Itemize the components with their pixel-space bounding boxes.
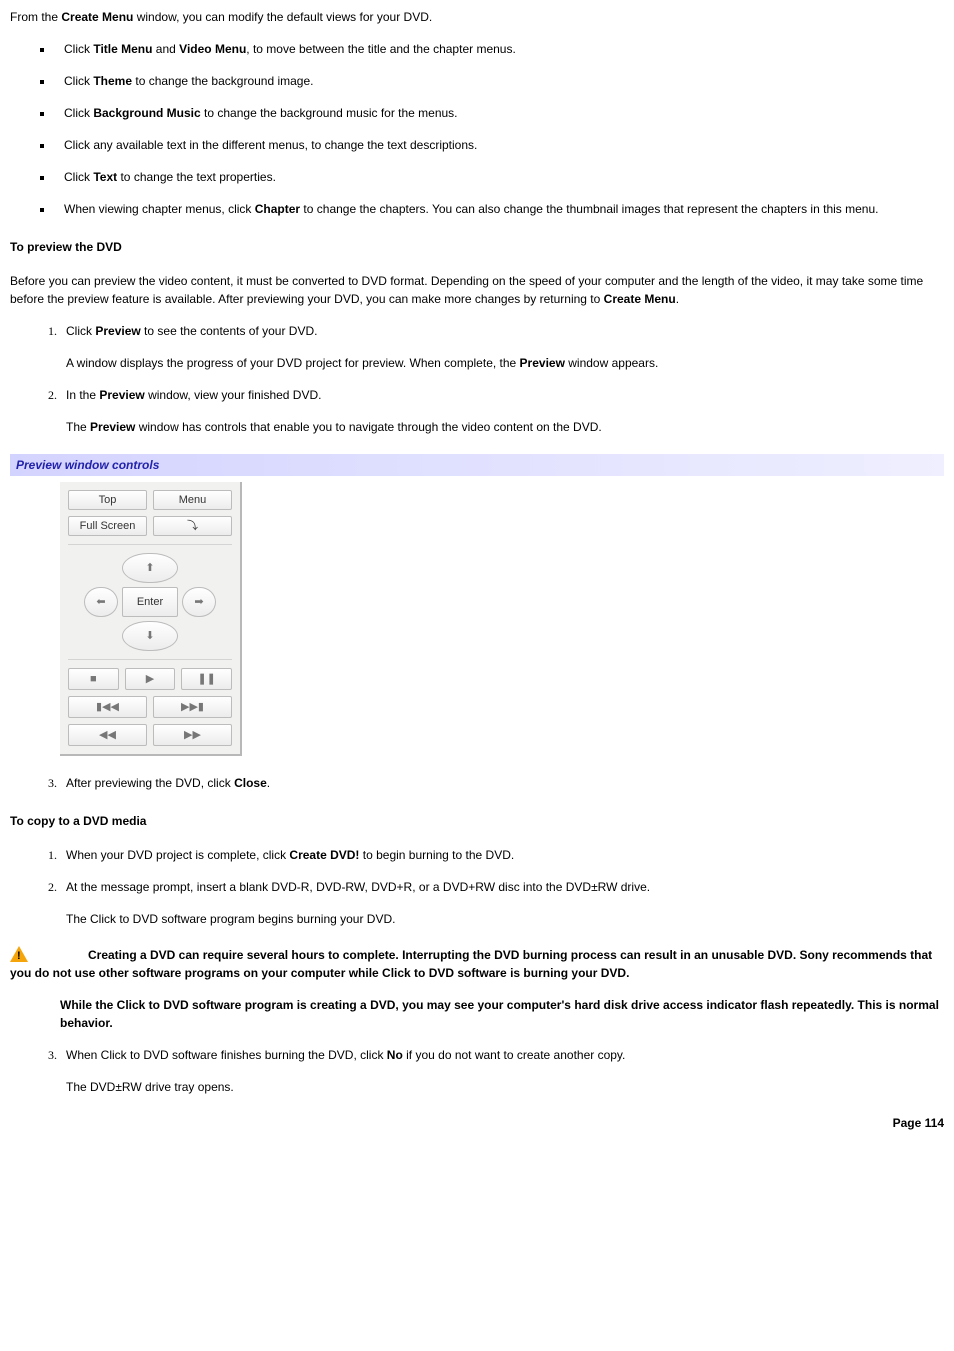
skip-next-icon: ▶▶▮: [181, 699, 204, 716]
fast-forward-button[interactable]: ▶▶: [153, 724, 232, 746]
intro-paragraph: From the Create Menu window, you can mod…: [10, 8, 944, 26]
rewind-button[interactable]: ◀◀: [68, 724, 147, 746]
warning-text-2: While the Click to DVD software program …: [60, 996, 944, 1032]
list-item: Click any available text in the differen…: [54, 136, 944, 154]
play-icon: ▶: [146, 671, 154, 688]
stop-button[interactable]: ■: [68, 668, 119, 690]
arrow-up-icon: ⬆: [145, 560, 154, 577]
fullscreen-button[interactable]: Full Screen: [68, 516, 147, 536]
list-item: Click Background Music to change the bac…: [54, 104, 944, 122]
arrow-right-icon: ➡: [194, 594, 203, 611]
list-item: Click Title Menu and Video Menu, to move…: [54, 40, 944, 58]
nav-right-button[interactable]: ➡: [182, 587, 216, 617]
preview-controls-figure: Top Menu Full Screen ⤵ ⬆ ⬅ Enter ➡ ⬇ ■ ▶…: [60, 482, 944, 756]
list-item: In the Preview window, view your finishe…: [60, 386, 944, 436]
list-item: When your DVD project is complete, click…: [60, 846, 944, 864]
warning-text-1: Creating a DVD can require several hours…: [10, 946, 944, 982]
separator: [68, 544, 232, 545]
nav-up-button[interactable]: ⬆: [122, 553, 178, 583]
preview-controls-caption: Preview window controls: [10, 454, 944, 476]
page-number: Page 114: [10, 1114, 944, 1132]
menu-button[interactable]: Menu: [153, 490, 232, 510]
warning-block: Creating a DVD can require several hours…: [10, 946, 944, 1032]
list-item: At the message prompt, insert a blank DV…: [60, 878, 944, 928]
list-item: Click Text to change the text properties…: [54, 168, 944, 186]
create-menu-options-list: Click Title Menu and Video Menu, to move…: [10, 40, 944, 218]
arrow-left-icon: ⬅: [96, 594, 105, 611]
preview-step-3: After previewing the DVD, click Close.: [10, 774, 944, 792]
stop-icon: ■: [90, 671, 97, 688]
pause-button[interactable]: ❚❚: [181, 668, 232, 690]
previous-chapter-button[interactable]: ▮◀◀: [68, 696, 147, 718]
list-item: After previewing the DVD, click Close.: [60, 774, 944, 792]
preview-intro: Before you can preview the video content…: [10, 272, 944, 308]
skip-prev-icon: ▮◀◀: [96, 699, 119, 716]
copy-step-3: When Click to DVD software finishes burn…: [10, 1046, 944, 1096]
preview-heading: To preview the DVD: [10, 238, 944, 256]
pause-icon: ❚❚: [197, 671, 215, 688]
preview-controls-panel: Top Menu Full Screen ⤵ ⬆ ⬅ Enter ➡ ⬇ ■ ▶…: [60, 482, 242, 756]
arrow-down-icon: ⬇: [145, 628, 154, 645]
rewind-icon: ◀◀: [99, 727, 116, 744]
play-button[interactable]: ▶: [125, 668, 176, 690]
list-item: When viewing chapter menus, click Chapte…: [54, 200, 944, 218]
list-item: Click Preview to see the contents of you…: [60, 322, 944, 372]
next-chapter-button[interactable]: ▶▶▮: [153, 696, 232, 718]
warning-icon: [10, 946, 28, 962]
preview-steps-1-2: Click Preview to see the contents of you…: [10, 322, 944, 436]
enter-button[interactable]: Enter: [122, 587, 178, 617]
zoom-icon: ⤵: [187, 518, 198, 535]
zoom-button[interactable]: ⤵: [153, 516, 232, 536]
nav-left-button[interactable]: ⬅: [84, 587, 118, 617]
copy-steps-1-2: When your DVD project is complete, click…: [10, 846, 944, 928]
nav-down-button[interactable]: ⬇: [122, 621, 178, 651]
separator: [68, 659, 232, 660]
nav-pad: ⬆ ⬅ Enter ➡ ⬇: [68, 553, 232, 651]
copy-heading: To copy to a DVD media: [10, 812, 944, 830]
top-button[interactable]: Top: [68, 490, 147, 510]
list-item: When Click to DVD software finishes burn…: [60, 1046, 944, 1096]
fast-forward-icon: ▶▶: [184, 727, 201, 744]
list-item: Click Theme to change the background ima…: [54, 72, 944, 90]
